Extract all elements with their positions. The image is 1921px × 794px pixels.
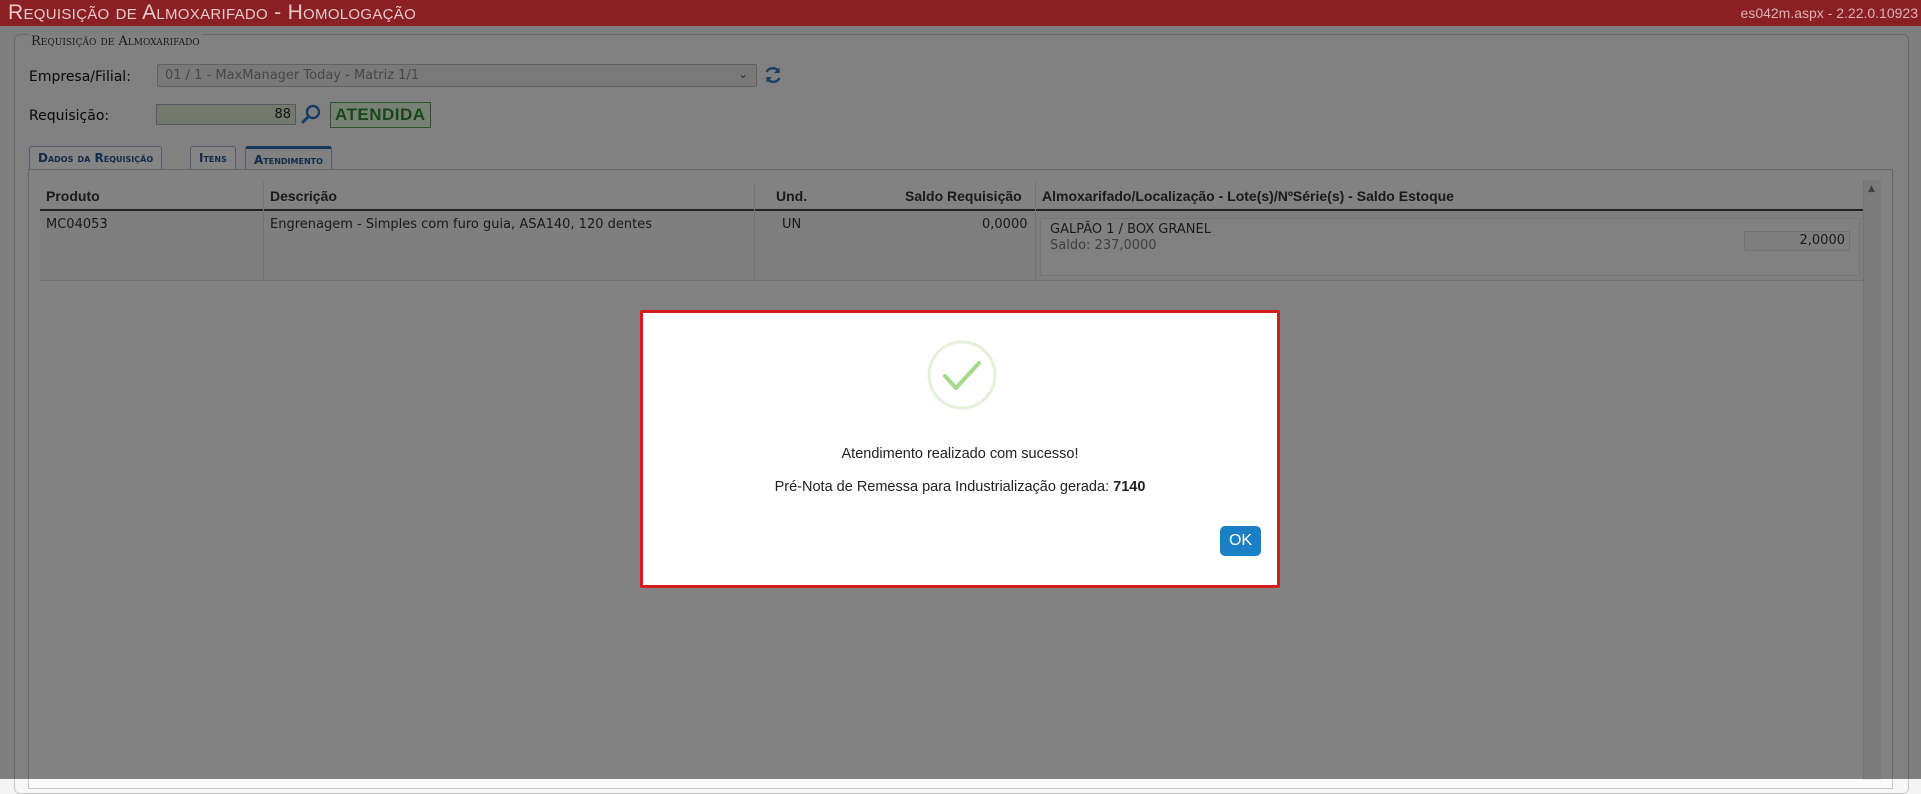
ok-button[interactable]: OK	[1220, 526, 1261, 556]
dialog-detail-number: 7140	[1113, 479, 1146, 495]
window-title: Requisição de Almoxarifado - Homologação	[8, 1, 417, 24]
dialog-detail-prefix: Pré-Nota de Remessa para Industrializaçã…	[774, 479, 1114, 495]
success-dialog: Atendimento realizado com sucesso! Pré-N…	[640, 310, 1280, 588]
success-check-icon	[927, 340, 997, 410]
version-label: es042m.aspx - 2.22.0.10923	[1740, 5, 1918, 21]
dialog-detail: Pré-Nota de Remessa para Industrializaçã…	[643, 479, 1277, 495]
title-bar: Requisição de Almoxarifado - Homologação…	[0, 0, 1921, 26]
dialog-message: Atendimento realizado com sucesso!	[841, 446, 1079, 462]
